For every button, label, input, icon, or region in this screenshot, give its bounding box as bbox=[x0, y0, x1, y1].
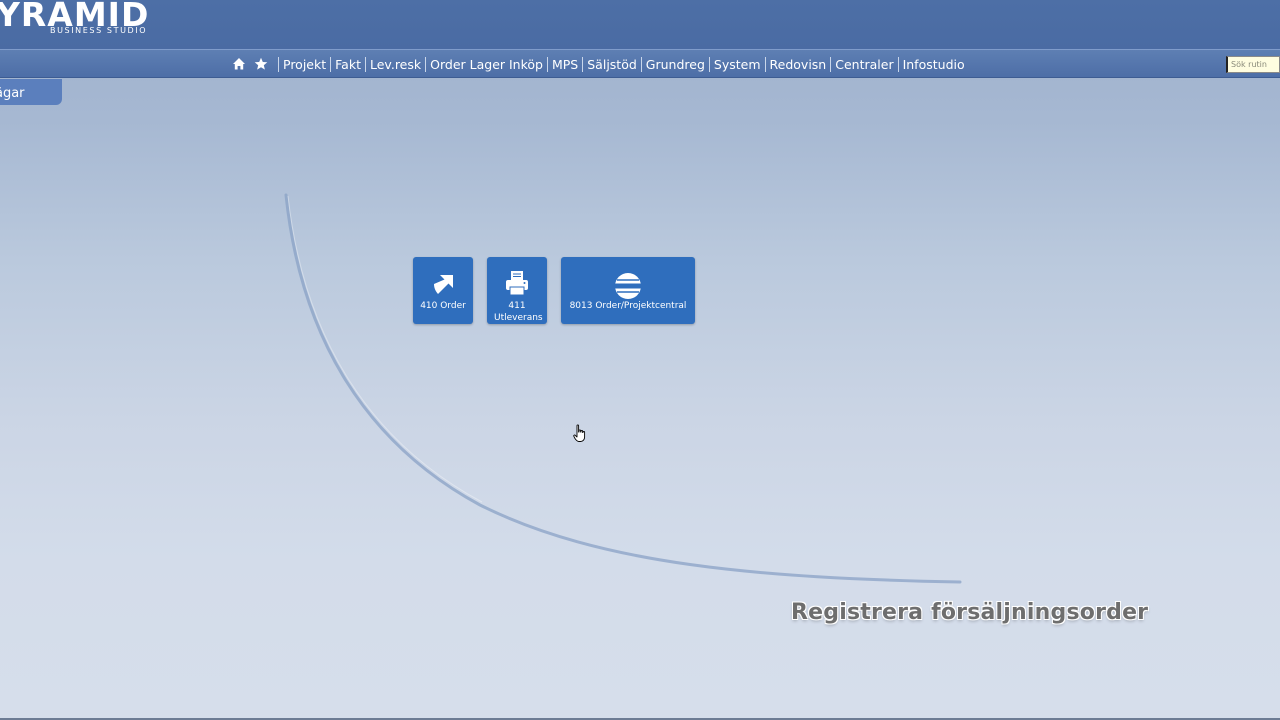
menu-item-order-lager-inkop[interactable]: Order Lager Inköp bbox=[426, 57, 547, 72]
menu-icon-group bbox=[232, 56, 268, 72]
search-routine-input[interactable] bbox=[1226, 56, 1280, 73]
arrow-shortcut-icon bbox=[434, 275, 453, 294]
menu-item-grundreg[interactable]: Grundreg bbox=[642, 57, 709, 72]
hand-pointer-icon bbox=[573, 424, 586, 442]
main-menu-bar: Projekt Fakt Lev.resk Order Lager Inköp … bbox=[0, 49, 1280, 78]
tile-label: 8013 Order/Projektcentral bbox=[569, 301, 687, 311]
top-banner: YRAMID BUSINESS STUDIO bbox=[0, 0, 1280, 49]
tile-410-order[interactable]: 410 Order bbox=[413, 257, 473, 324]
menu-items: Projekt Fakt Lev.resk Order Lager Inköp … bbox=[278, 50, 969, 78]
printer-icon bbox=[506, 271, 528, 296]
home-icon[interactable] bbox=[232, 57, 246, 71]
central-icon bbox=[613, 273, 643, 299]
subtitle-caption: Registrera försäljningsorder bbox=[791, 600, 1149, 625]
menu-item-saljstod[interactable]: Säljstöd bbox=[583, 57, 641, 72]
side-tab[interactable]: ägar bbox=[0, 79, 62, 105]
menu-item-infostudio[interactable]: Infostudio bbox=[899, 57, 969, 72]
tile-411-utleverans[interactable]: 411 Utleverans bbox=[487, 257, 547, 324]
app-logo-subtitle: BUSINESS STUDIO bbox=[50, 26, 148, 35]
star-icon[interactable] bbox=[254, 57, 268, 71]
menu-item-levresk[interactable]: Lev.resk bbox=[366, 57, 425, 72]
menu-item-redovisn[interactable]: Redovisn bbox=[766, 57, 831, 72]
menu-item-system[interactable]: System bbox=[710, 57, 765, 72]
tile-8013-order-projektcentral[interactable]: 8013 Order/Projektcentral bbox=[561, 257, 695, 324]
tile-label: 410 Order bbox=[420, 301, 466, 311]
menu-item-projekt[interactable]: Projekt bbox=[279, 57, 330, 72]
menu-item-mps[interactable]: MPS bbox=[548, 57, 582, 72]
menu-item-centraler[interactable]: Centraler bbox=[831, 57, 897, 72]
tile-label: 411 Utleverans bbox=[494, 301, 543, 323]
menu-item-fakt[interactable]: Fakt bbox=[331, 57, 365, 72]
side-tab-label: ägar bbox=[0, 86, 25, 101]
